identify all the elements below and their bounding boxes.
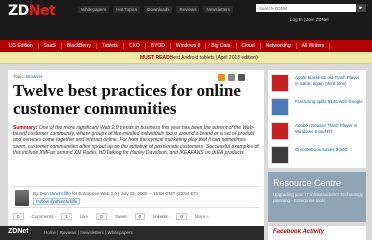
nav-item-networking[interactable]: Networking xyxy=(261,43,297,49)
nav-item-saas[interactable]: SaaS xyxy=(39,43,62,49)
top-link-downloads[interactable]: Downloads xyxy=(144,6,173,13)
byline-details: for Enterprise Web 2.0 | July 25, 2006 -… xyxy=(71,191,198,196)
resource-centre-title: Resource Centre xyxy=(273,178,342,188)
article-headline: Twelve best practices for online custome… xyxy=(13,81,241,118)
top-link-hot-topics[interactable]: Hot Topics xyxy=(113,6,141,13)
social-bar: 0 Comments 1 Like 0 Tweet 0 linkedin 0 M… xyxy=(13,211,259,221)
sidebar: Apple blacklists old Flash Player in Saf… xyxy=(268,70,366,240)
nav-item-tablets[interactable]: Tablets xyxy=(97,43,124,49)
search-button[interactable]: ► xyxy=(356,4,366,12)
related-item[interactable]: Adobe releases Flash Player in Windows 8… xyxy=(271,120,363,142)
topic-line: Topic: Browser xyxy=(13,74,43,79)
byline-text: By Dion Hinchcliffe for Enterprise Web 2… xyxy=(33,191,198,196)
related-item[interactable]: Fracturing spills $145 with Google xyxy=(271,96,363,118)
logo-text: ZD xyxy=(8,3,29,19)
linkedin-count[interactable]: 0 xyxy=(134,212,146,220)
search-input[interactable] xyxy=(256,4,356,12)
rss-icon[interactable] xyxy=(218,74,225,81)
comments-count[interactable]: 0 xyxy=(13,212,24,220)
summary-label: Summary: xyxy=(13,125,38,131)
follow-button[interactable]: Follow @dhinchcliffe xyxy=(33,198,81,205)
print-icon[interactable] xyxy=(238,74,245,81)
facebook-activity-title: Facebook Activity xyxy=(273,229,325,235)
related-stories: Apple blacklists old Flash Player in Saf… xyxy=(268,70,366,168)
login-link[interactable]: Log In | Join ZDNet xyxy=(290,17,329,22)
related-item-text: Fracturing spills $145 with Google xyxy=(295,99,363,104)
chromebook-icon xyxy=(271,146,289,164)
top-link-whitepapers[interactable]: Whitepapers xyxy=(78,6,110,13)
related-item-text: Apple blacklists old Flash Player in Saf… xyxy=(295,75,360,86)
author-avatar[interactable] xyxy=(15,190,29,206)
top-link-newsletters[interactable]: Newsletters xyxy=(203,6,233,13)
byline: By Dion Hinchcliffe for Enterprise Web 2… xyxy=(13,186,259,208)
footer-strip: ZDNet Home | Reviews | Newsletters | Whi… xyxy=(0,226,264,240)
related-item[interactable]: Apple blacklists old Flash Player in Saf… xyxy=(271,72,363,94)
author-link[interactable]: Dion Hinchcliffe xyxy=(40,191,71,196)
more-count[interactable]: 0 xyxy=(176,212,187,220)
flash-icon xyxy=(271,74,289,92)
footer-logo[interactable]: ZDNet xyxy=(8,228,29,235)
like-label: Like xyxy=(79,213,89,219)
footer-links[interactable]: Home | Reviews | Newsletters | Whitepape… xyxy=(44,230,133,235)
resource-centre[interactable]: Resource Centre Upgrading your IT infras… xyxy=(268,172,366,222)
tweet-count[interactable]: 0 xyxy=(96,212,107,220)
thumbnail-icon xyxy=(271,98,289,116)
facebook-activity: Facebook Activity xyxy=(268,226,366,240)
nav-item-blackberry[interactable]: BlackBerry xyxy=(62,43,98,49)
nav-item-byod[interactable]: BYOD xyxy=(146,43,171,49)
comments-label: Comments xyxy=(31,213,54,219)
tweet-label: Tweet xyxy=(114,213,127,219)
related-item-text: Chromebook Saves $ 300 xyxy=(295,147,348,152)
logo-accent-text: Net xyxy=(28,3,56,19)
nav-item-cloud[interactable]: Cloud xyxy=(237,43,261,49)
related-item[interactable]: Chromebook Saves $ 300 xyxy=(271,144,363,166)
topic-label: Topic: xyxy=(13,74,25,79)
email-icon[interactable] xyxy=(228,74,235,81)
top-links: Whitepapers Hot Topics Downloads Reviews… xyxy=(78,6,233,13)
share-icons xyxy=(218,74,245,81)
must-read-label: MUST READ: xyxy=(140,55,172,61)
byline-by: By xyxy=(33,191,39,196)
top-link-reviews[interactable]: Reviews xyxy=(176,6,200,13)
article-panel: Topic: Browser Twelve best practices for… xyxy=(8,70,264,240)
linkedin-label: linkedin xyxy=(153,213,169,219)
nav-item-cxo[interactable]: CXO xyxy=(124,43,146,49)
like-count[interactable]: 1 xyxy=(61,212,72,220)
main-nav: US Edition SaaS BlackBerry Tablets CXO B… xyxy=(0,40,372,52)
flash-icon xyxy=(271,122,289,140)
must-read-bar: MUST READ: Best Android tablets (April 2… xyxy=(0,52,372,64)
zdnet-logo[interactable]: ZDNet xyxy=(8,3,56,19)
summary-text: One of the more significant Web 2.0 tren… xyxy=(13,125,259,156)
top-header: ZDNet Whitepapers Hot Topics Downloads R… xyxy=(0,0,372,40)
must-read-link[interactable]: Best Android tablets (April 2013 edition… xyxy=(170,55,258,61)
resource-centre-links[interactable]: Upgrading your IT infrastructure? Techno… xyxy=(273,192,363,204)
nav-item-us-edition[interactable]: US Edition xyxy=(4,43,39,49)
more-label[interactable]: More + xyxy=(195,214,209,219)
nav-item-windows-8[interactable]: Windows 8 xyxy=(171,43,207,49)
topic-link[interactable]: Browser xyxy=(26,74,43,79)
nav-item-big-data[interactable]: Big Data xyxy=(206,43,237,49)
related-item-text: Adobe releases Flash Player in Windows 8… xyxy=(295,123,358,134)
article-summary: Summary: One of the more significant Web… xyxy=(13,125,259,156)
nav-item-all-writers[interactable]: All Writers xyxy=(297,43,331,49)
